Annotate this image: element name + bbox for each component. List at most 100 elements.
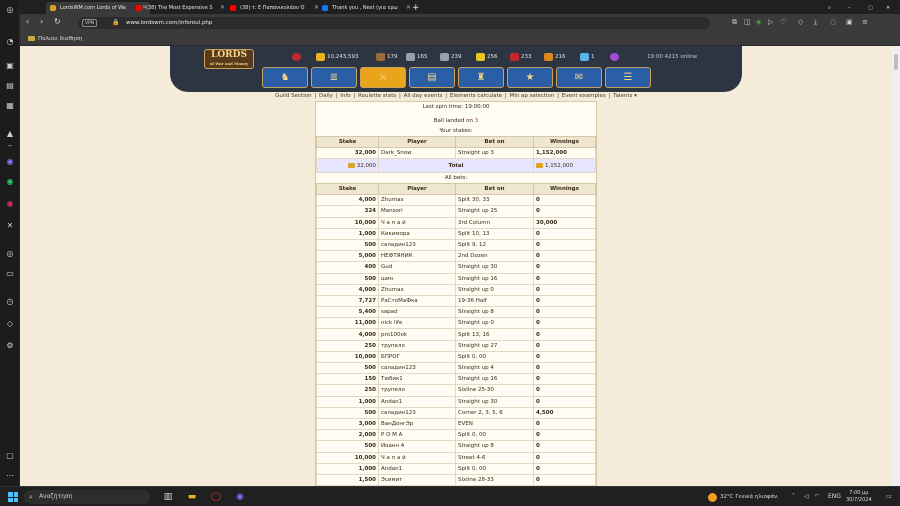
player-link[interactable]: Zhumax <box>378 283 456 296</box>
taskbar-clock[interactable]: 7:00 μμ 30/7/2024 <box>846 490 872 504</box>
tray-chevron-icon[interactable]: ˄ <box>792 491 795 503</box>
cube-icon[interactable]: ◇ <box>798 18 803 26</box>
close-window-icon[interactable]: ✕ <box>884 2 896 14</box>
nav-character-button[interactable]: ♞ <box>262 67 308 88</box>
resource-diamonds[interactable]: 1 <box>580 52 595 62</box>
player-link[interactable]: Mansori <box>378 205 456 218</box>
sidebar-bottom-icon[interactable]: ▢ <box>5 450 15 460</box>
player-link[interactable]: НЕФТЯНИК <box>378 250 456 263</box>
menu-icon[interactable]: ≡ <box>862 18 868 26</box>
search-icon[interactable]: ⌕ <box>826 2 838 14</box>
player-link[interactable]: sapad <box>378 306 456 319</box>
nav-castle-button[interactable]: ♜ <box>458 67 504 88</box>
opera-gx-icon[interactable]: ◯ <box>210 491 222 503</box>
nav-map-button[interactable]: ▤ <box>409 67 455 88</box>
player-link[interactable]: трупело <box>378 339 456 352</box>
player-link[interactable]: Иоанн 4 <box>378 440 456 453</box>
taskbar-search[interactable]: ⌕ Αναζήτηση <box>24 490 150 504</box>
cube-icon[interactable]: ◇ <box>5 318 15 328</box>
player-link[interactable]: Ч а п а й <box>378 216 456 229</box>
resource-wood[interactable]: 179 <box>376 52 398 62</box>
scrollbar-thumb[interactable] <box>894 54 898 70</box>
more-icon[interactable]: ⋯ <box>5 470 15 480</box>
nav-battles-button[interactable]: ⚔ <box>360 67 406 88</box>
tab-youtube-2[interactable]: (38) τ. Ε Παπανικολάου Ο ✕ <box>226 2 322 14</box>
twitch-icon[interactable]: ▤ <box>5 80 15 90</box>
task-view-icon[interactable]: ▥ <box>162 491 174 503</box>
submenu-elements-calculate[interactable]: Elements calculate <box>449 93 503 99</box>
vpn-badge[interactable]: VPN <box>82 19 98 27</box>
reload-icon[interactable]: ↻ <box>54 17 61 26</box>
player-link[interactable]: pro100ok <box>378 328 456 341</box>
wifi-icon[interactable]: ◠ <box>814 491 819 503</box>
weather-widget[interactable]: 32°C Γενικά ηλιοφάν. <box>708 491 779 503</box>
messenger-icon[interactable]: ◉ <box>5 156 15 166</box>
player-link[interactable]: Ч а п а й <box>378 451 456 464</box>
resource-crystals[interactable]: 233 <box>510 52 532 62</box>
windows-start-icon[interactable] <box>8 492 18 502</box>
player-link[interactable]: шин <box>378 272 456 285</box>
translate-icon[interactable]: ⧉ <box>732 18 737 27</box>
submenu-guild-section[interactable]: Guild Section <box>274 93 312 99</box>
new-tab-button[interactable]: + <box>410 2 424 14</box>
tab-youtube-1[interactable]: (38) The Most Expensive S ✕ <box>132 2 228 14</box>
nav-mail-button[interactable]: ✉ <box>556 67 602 88</box>
resource-gold[interactable]: 10,243,593 <box>316 52 359 62</box>
player-link[interactable]: Andan1 <box>378 395 456 408</box>
notifications-icon[interactable]: ▭ <box>886 491 892 503</box>
download-icon[interactable]: ⤓ <box>814 18 817 27</box>
heart-icon[interactable]: ♡ <box>780 18 786 26</box>
bag-icon[interactable]: ▣ <box>5 60 15 70</box>
bookmark-folder[interactable]: Παλιοιι διαθηση <box>28 34 82 44</box>
profile-icon[interactable]: ◌ <box>830 18 836 26</box>
player-link[interactable]: трупело <box>378 384 456 397</box>
wallet-icon[interactable]: ▭ <box>5 268 15 278</box>
player-link[interactable]: саладин123 <box>378 238 456 252</box>
volume-icon[interactable]: ◁ <box>804 491 809 503</box>
x-icon[interactable]: ✕ <box>5 220 15 230</box>
mana-orb[interactable] <box>610 52 620 62</box>
resource-gems[interactable]: 216 <box>544 52 566 62</box>
player-link[interactable]: Кикимора <box>378 227 456 240</box>
player-link[interactable]: Gud <box>378 261 456 274</box>
camera-icon[interactable]: ◫ <box>744 18 751 26</box>
tab-facebook[interactable]: Thank you , Next (για ερω ✕ <box>318 2 414 14</box>
shield-icon[interactable]: ◈ <box>756 18 761 26</box>
nav-guild-button[interactable]: ★ <box>507 67 553 88</box>
player-link[interactable]: nick life <box>378 317 456 330</box>
player-icon[interactable]: ◎ <box>5 248 15 258</box>
player-link[interactable]: Тюбик1 <box>378 373 456 386</box>
player-link[interactable]: Р О М А <box>378 429 456 442</box>
browser-logo-icon[interactable]: ◎ <box>5 4 15 14</box>
resource-sulfur[interactable]: 256 <box>476 52 498 62</box>
settings-icon[interactable]: ⚙ <box>5 340 15 350</box>
player-link[interactable]: БПРОГ <box>378 350 456 364</box>
close-icon[interactable]: ✕ <box>220 2 225 14</box>
maximize-icon[interactable]: ▢ <box>866 2 878 14</box>
snapshot-icon[interactable]: ▣ <box>846 18 853 26</box>
instagram-icon[interactable]: ◉ <box>5 198 15 208</box>
aria-icon[interactable]: ▲ <box>5 128 15 138</box>
submenu-all-day-events[interactable]: All day events <box>403 93 444 99</box>
back-icon[interactable]: ‹ <box>26 17 29 26</box>
nav-chat-button[interactable]: ☰ <box>605 67 651 88</box>
language-indicator[interactable]: ENG <box>828 491 841 503</box>
player-link[interactable]: РаСтоМаФка <box>378 294 456 308</box>
submenu-talents[interactable]: Talents ▾ <box>612 93 638 99</box>
player-link[interactable]: саладин123 <box>378 361 456 375</box>
player-link[interactable]: Zhumax <box>378 194 456 207</box>
speed-dial-icon[interactable]: ◔ <box>5 36 15 46</box>
submenu-roulette-stats[interactable]: Roulette stats <box>357 93 397 99</box>
game-logo[interactable]: LORDS of War and Money <box>204 49 254 69</box>
forward-icon[interactable]: › <box>40 17 43 26</box>
player-link[interactable]: Эсимит <box>378 473 456 486</box>
player-link[interactable]: Dark_Snow <box>378 146 456 160</box>
minimize-icon[interactable]: – <box>846 2 858 14</box>
whatsapp-icon[interactable]: ◉ <box>5 176 15 186</box>
nav-inventory-button[interactable]: ≣ <box>311 67 357 88</box>
file-explorer-icon[interactable]: ▬ <box>186 491 198 503</box>
resource-mercury[interactable]: 239 <box>440 52 462 62</box>
hp-indicator[interactable] <box>292 52 303 62</box>
gift-icon[interactable]: ▦ <box>5 100 15 110</box>
extension-icon[interactable]: ▷ <box>768 18 773 26</box>
